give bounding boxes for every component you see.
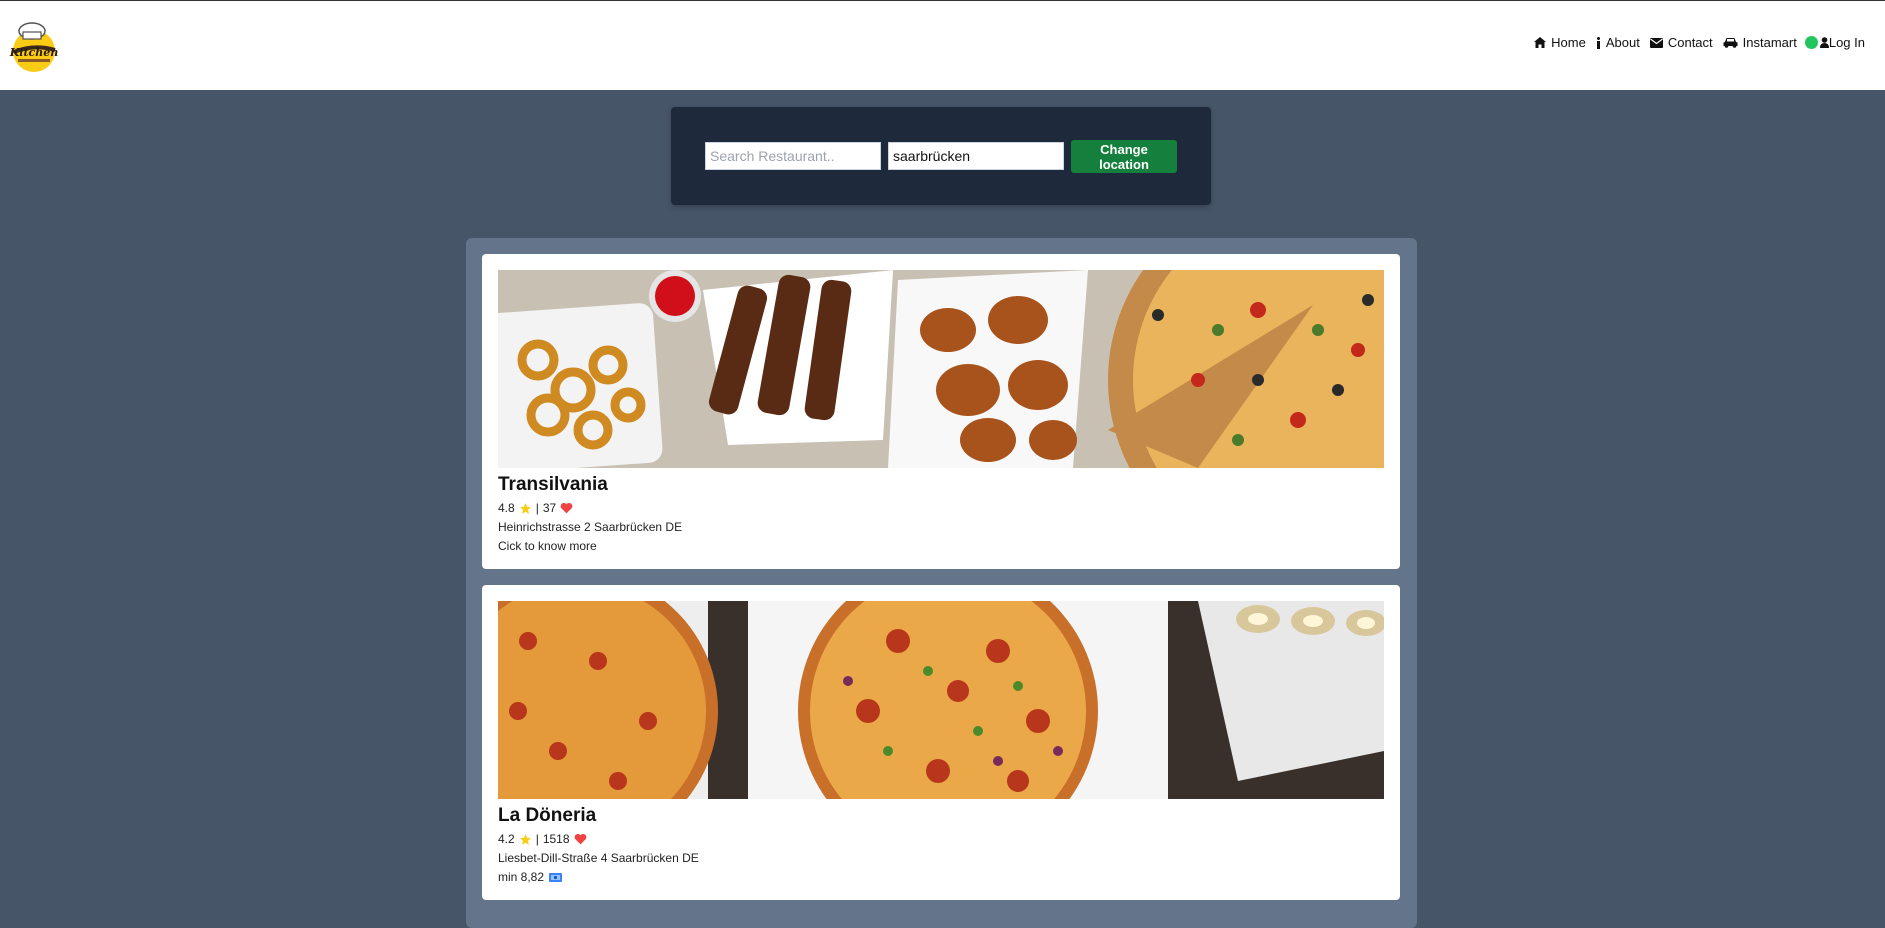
star-icon: [519, 833, 531, 845]
nav-contact-label: Contact: [1667, 35, 1713, 50]
euro-banknote-icon: [549, 872, 563, 882]
restaurant-more-link[interactable]: Cick to know more: [498, 539, 597, 553]
login-label: Log In: [1828, 35, 1865, 50]
svg-text:Kitchen: Kitchen: [9, 46, 59, 59]
nav-home[interactable]: Home: [1534, 35, 1586, 50]
main-nav: Home About Contact Instamart Log In: [1524, 35, 1865, 50]
nav-contact[interactable]: Contact: [1649, 35, 1713, 50]
restaurant-name: Transilvania: [498, 474, 608, 495]
restaurant-address: Liesbet-Dill-Straße 4 Saarbrücken DE: [498, 851, 699, 865]
restaurant-rating-row: 4.2 | 1518: [498, 832, 591, 846]
restaurant-card[interactable]: Transilvania 4.8 | 37 Heinrichstrasse 2 …: [482, 254, 1400, 569]
nav-home-label: Home: [1551, 35, 1586, 50]
rating-value: 4.8: [498, 501, 515, 515]
search-panel: Change location: [671, 107, 1211, 205]
nav-about-label: About: [1605, 35, 1640, 50]
restaurant-image: [498, 270, 1384, 468]
min-order-value: min 8,82: [498, 870, 545, 884]
header: Kitchen Home About Contact Instamart Log…: [0, 1, 1885, 90]
review-count: 1518: [542, 832, 570, 846]
kitchen-logo[interactable]: Kitchen: [8, 18, 61, 73]
restaurant-list: Transilvania 4.8 | 37 Heinrichstrasse 2 …: [466, 238, 1417, 928]
restaurant-rating-row: 4.8 | 37: [498, 501, 577, 515]
restaurant-name: La Döneria: [498, 805, 597, 826]
search-restaurant-input[interactable]: [705, 142, 881, 170]
restaurant-address: Heinrichstrasse 2 Saarbrücken DE: [498, 520, 683, 534]
restaurant-card[interactable]: La Döneria 4.2 | 1518 Liesbet-Dill-Straß…: [482, 585, 1400, 900]
change-location-button[interactable]: Change location: [1071, 140, 1177, 173]
restaurant-image: [498, 601, 1384, 799]
info-icon: [1596, 36, 1600, 49]
location-input[interactable]: [888, 142, 1064, 170]
more-link-label: Cick to know more: [498, 539, 597, 553]
nav-instamart[interactable]: Instamart: [1723, 35, 1797, 50]
rating-value: 4.2: [498, 832, 515, 846]
min-order-row: min 8,82: [498, 870, 563, 884]
car-icon: [1723, 38, 1738, 48]
login-button[interactable]: Log In: [1819, 35, 1865, 50]
online-status-indicator: [1804, 36, 1818, 49]
home-icon: [1534, 37, 1547, 48]
rating-separator: |: [535, 832, 539, 846]
heart-icon: [574, 833, 586, 845]
nav-about[interactable]: About: [1596, 35, 1640, 50]
user-icon: [1819, 37, 1829, 48]
star-icon: [519, 502, 531, 514]
review-count: 37: [542, 501, 557, 515]
rating-separator: |: [535, 501, 539, 515]
envelope-icon: [1649, 37, 1663, 48]
heart-icon: [560, 502, 573, 514]
nav-instamart-label: Instamart: [1742, 35, 1797, 50]
